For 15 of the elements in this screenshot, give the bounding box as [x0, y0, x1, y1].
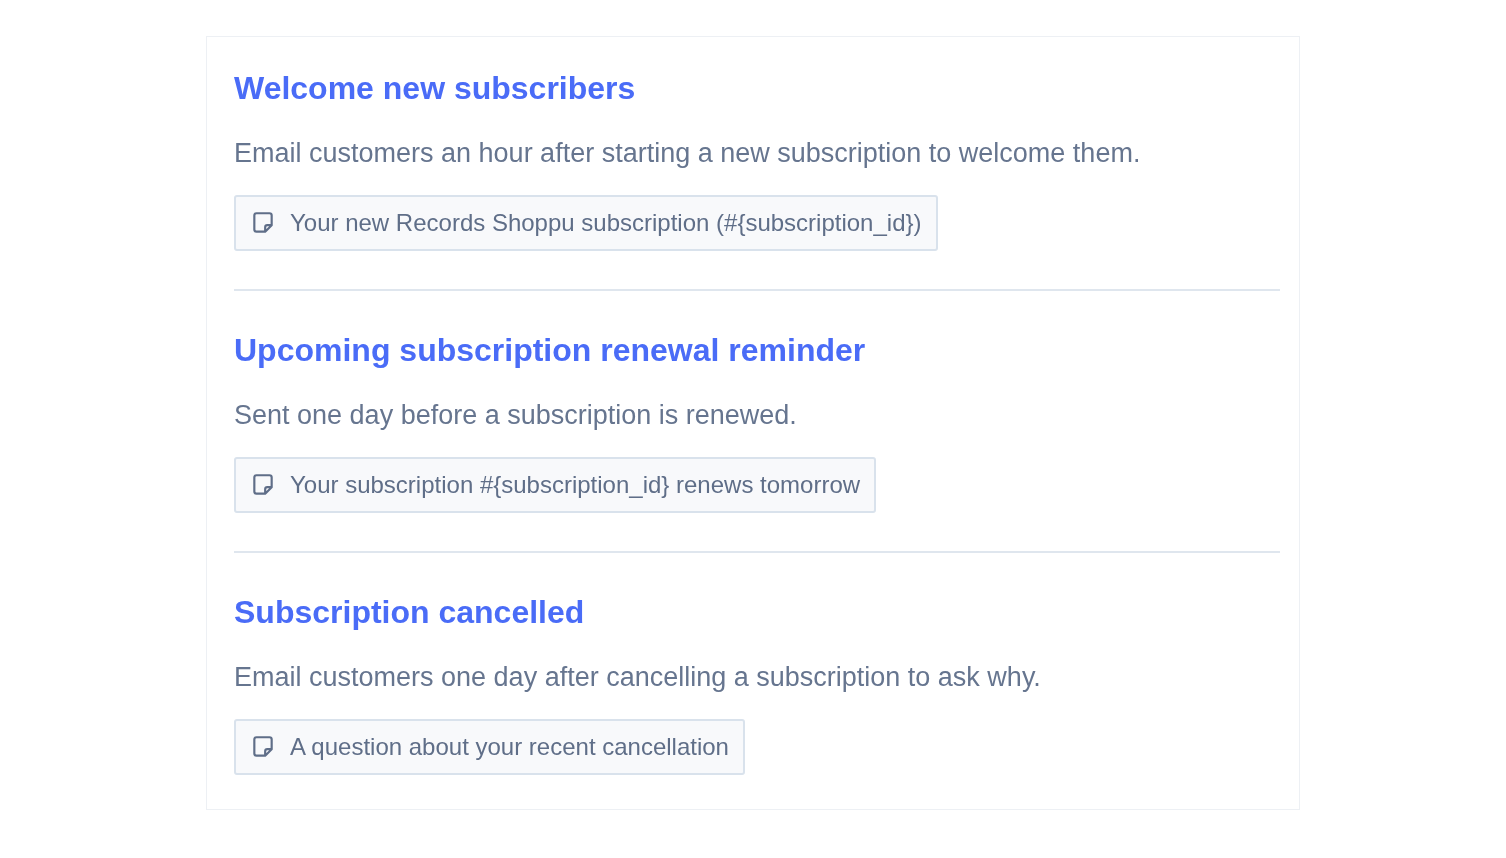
subject-chip[interactable]: Your new Records Shoppu subscription (#{subscription_id}): [234, 195, 938, 251]
email-description: Email customers one day after cancelling a subscription to ask why.: [234, 661, 1041, 694]
email-subject: Your new Records Shoppu subscription (#{subscription_id}): [290, 209, 922, 237]
email-description: Email customers an hour after starting a new subscription to welcome them.: [234, 137, 1141, 170]
email-description: Sent one day before a subscription is renewed.: [234, 399, 797, 432]
email-title-link[interactable]: Subscription cancelled: [234, 591, 585, 633]
note-icon: [250, 210, 276, 236]
email-title-link[interactable]: Upcoming subscription renewal reminder: [234, 329, 866, 371]
email-title-link[interactable]: Welcome new subscribers: [234, 67, 636, 109]
email-subject: A question about your recent cancellation: [290, 733, 729, 761]
note-icon: [250, 734, 276, 760]
subject-chip[interactable]: A question about your recent cancellation: [234, 719, 745, 775]
email-subject: Your subscription #{subscription_id} renews tomorrow: [290, 471, 861, 499]
subject-chip[interactable]: Your subscription #{subscription_id} renews tomorrow: [234, 457, 877, 513]
note-icon: [250, 472, 276, 498]
